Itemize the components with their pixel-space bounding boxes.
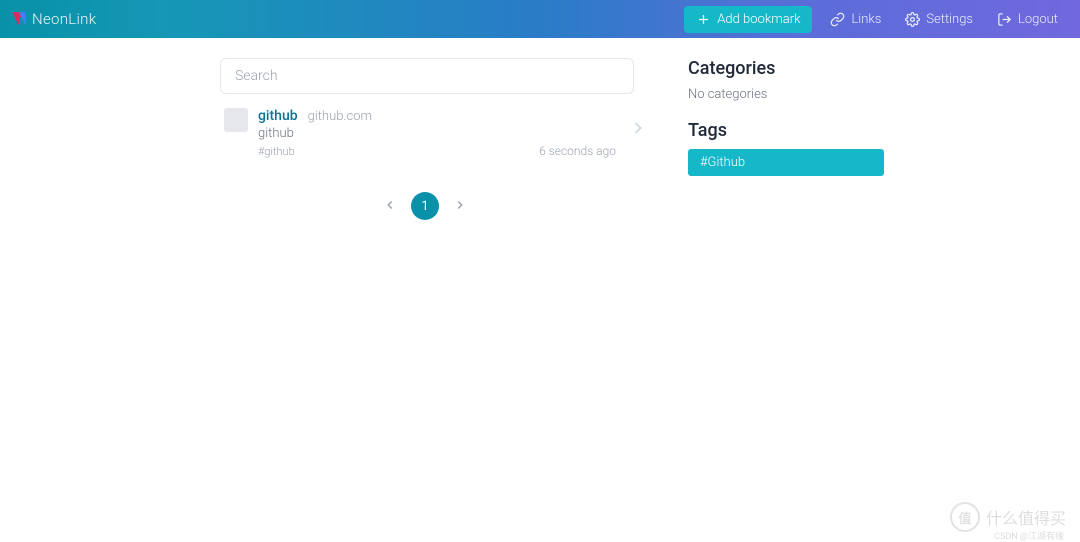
plus-icon <box>696 12 711 27</box>
links-label: Links <box>851 12 881 27</box>
settings-nav[interactable]: Settings <box>893 6 985 33</box>
bookmark-timestamp: 6 seconds ago <box>539 144 616 158</box>
logout-label: Logout <box>1018 12 1058 27</box>
app-header: NeonLink Add bookmark Links Settings Log… <box>0 0 1080 38</box>
gear-icon <box>905 12 920 27</box>
watermark: 值 什么值得买 <box>950 502 1066 532</box>
logout-icon <box>997 12 1012 27</box>
logout-nav[interactable]: Logout <box>985 6 1070 33</box>
categories-heading: Categories <box>688 58 898 79</box>
pager-next[interactable] <box>453 197 467 216</box>
bookmarks-column: github github.com github #github 6 secon… <box>220 58 660 220</box>
bookmark-expand[interactable] <box>628 118 648 142</box>
chevron-right-icon <box>628 118 648 138</box>
bookmark-description: github <box>258 126 660 141</box>
main-content: github github.com github #github 6 secon… <box>0 38 1080 220</box>
bookmark-favicon <box>224 108 248 132</box>
pager-prev[interactable] <box>383 197 397 216</box>
tags-heading: Tags <box>688 120 898 141</box>
bookmark-item[interactable]: github github.com github #github 6 secon… <box>220 94 660 166</box>
bookmark-title[interactable]: github <box>258 108 298 124</box>
chevron-right-icon <box>453 198 467 212</box>
tag-chip[interactable]: #Github <box>688 149 884 176</box>
watermark-icon: 值 <box>950 502 980 532</box>
watermark-text: 什么值得买 <box>986 505 1066 529</box>
chevron-left-icon <box>383 198 397 212</box>
add-bookmark-button[interactable]: Add bookmark <box>684 6 812 33</box>
link-icon <box>830 12 845 27</box>
logo-icon <box>10 10 28 28</box>
settings-label: Settings <box>926 12 973 27</box>
search-input[interactable] <box>220 58 634 94</box>
logo[interactable]: NeonLink <box>10 10 96 28</box>
bookmark-url: github.com <box>308 109 372 124</box>
app-name: NeonLink <box>32 10 96 28</box>
pager-page-current[interactable]: 1 <box>411 192 439 220</box>
pagination: 1 <box>190 192 660 220</box>
sidebar: Categories No categories Tags #Github <box>688 58 898 220</box>
categories-empty: No categories <box>688 87 898 102</box>
watermark-sub: CSDN @江湖有缘 <box>994 529 1064 542</box>
add-bookmark-label: Add bookmark <box>717 12 800 27</box>
links-nav[interactable]: Links <box>818 6 893 33</box>
